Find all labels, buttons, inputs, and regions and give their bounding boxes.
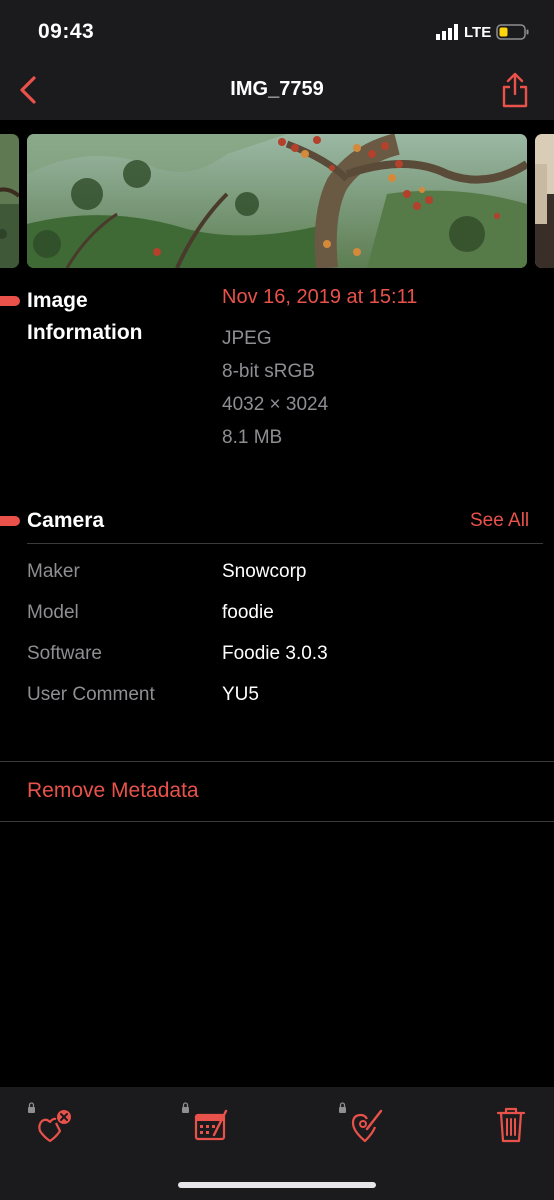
maker-value: Snowcorp [222,561,307,582]
model-label: Model [27,602,79,623]
status-bar: 09:43 LTE [0,0,554,64]
divider [27,543,543,544]
trash-icon[interactable] [488,1101,538,1145]
remove-metadata-button[interactable]: Remove Metadata [27,779,199,803]
section-marker [0,516,20,526]
navigation-bar: IMG_7759 [0,64,554,120]
image-dimensions: 4032 × 3024 [222,394,329,415]
divider [0,761,554,762]
calendar-edit-icon[interactable] [180,1101,230,1145]
software-label: Software [27,643,102,664]
photo-strip[interactable] [0,134,554,268]
home-indicator [178,1182,376,1188]
signal-icon [436,24,458,40]
previous-photo-thumbnail[interactable] [0,134,19,268]
current-photo[interactable] [27,134,527,268]
camera-heading: Camera [27,509,105,532]
image-format: JPEG [222,328,272,349]
next-photo-thumbnail[interactable] [535,134,554,268]
user-comment-value: YU5 [222,684,259,705]
see-all-button[interactable]: See All [470,510,529,532]
user-comment-label: User Comment [27,684,155,705]
image-information-heading: Image Information [27,289,143,344]
network-type: LTE [464,24,492,41]
battery-icon [496,24,529,40]
section-marker [0,296,20,306]
status-time: 09:43 [38,20,95,43]
maker-label: Maker [27,561,80,582]
share-button[interactable] [500,70,530,110]
model-value: foodie [222,602,274,623]
tag-remove-icon[interactable] [26,1101,76,1145]
software-value: Foodie 3.0.3 [222,643,328,664]
location-edit-icon[interactable] [337,1101,387,1145]
page-title: IMG_7759 [230,78,324,100]
color-profile: 8-bit sRGB [222,361,315,382]
file-size: 8.1 MB [222,427,283,448]
divider [0,821,554,822]
capture-date: Nov 16, 2019 at 15:11 [222,286,418,308]
